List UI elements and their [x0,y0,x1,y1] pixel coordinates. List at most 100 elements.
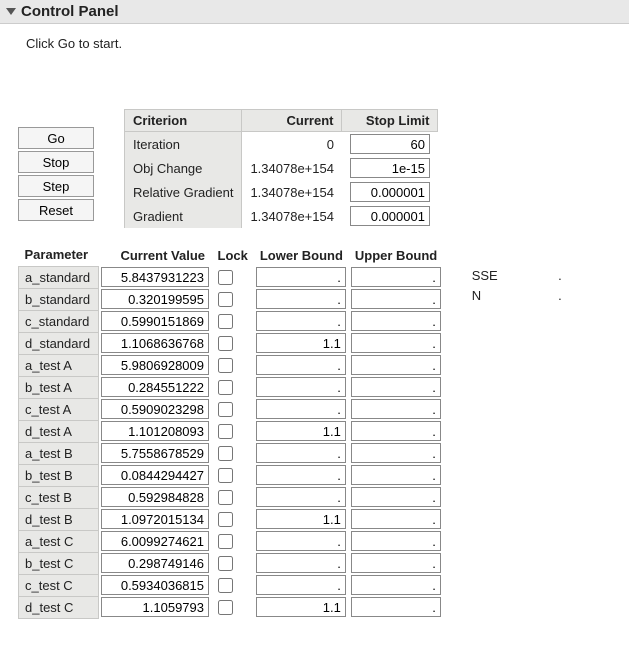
criteria-stop-input[interactable] [350,158,430,178]
param-upper-input[interactable] [351,509,441,529]
param-value-input[interactable] [101,399,209,419]
param-lock-checkbox[interactable] [218,380,233,395]
param-lock-checkbox[interactable] [218,600,233,615]
param-name: b_standard [19,288,99,310]
param-value-input[interactable] [101,377,209,397]
criteria-header-criterion: Criterion [125,110,242,132]
param-upper-input[interactable] [351,289,441,309]
param-upper-input[interactable] [351,487,441,507]
param-lower-input[interactable] [256,597,346,617]
param-lock-checkbox[interactable] [218,314,233,329]
top-section: Go Stop Step Reset Criterion Current Sto… [0,109,629,228]
param-lower-input[interactable] [256,465,346,485]
param-lower-input[interactable] [256,509,346,529]
param-name: a_standard [19,266,99,288]
param-name: c_test B [19,486,99,508]
param-name: b_test A [19,376,99,398]
param-lock-checkbox[interactable] [218,468,233,483]
param-value-input[interactable] [101,311,209,331]
param-lock-checkbox[interactable] [218,292,233,307]
n-label: N [472,288,481,308]
param-header-parameter: Parameter [19,244,99,266]
param-upper-input[interactable] [351,311,441,331]
param-name: d_test A [19,420,99,442]
param-lock-checkbox[interactable] [218,336,233,351]
param-value-input[interactable] [101,421,209,441]
param-upper-input[interactable] [351,421,441,441]
criteria-row-label: Iteration [125,132,242,157]
param-upper-input[interactable] [351,531,441,551]
param-header-lower: Lower Bound [254,244,349,266]
param-value-input[interactable] [101,487,209,507]
param-upper-input[interactable] [351,267,441,287]
param-lower-input[interactable] [256,289,346,309]
param-name: a_test C [19,530,99,552]
param-lock-checkbox[interactable] [218,358,233,373]
param-lock-checkbox[interactable] [218,534,233,549]
sse-label: SSE [472,268,498,288]
param-name: d_test C [19,596,99,618]
param-name: c_test A [19,398,99,420]
param-value-input[interactable] [101,553,209,573]
disclosure-triangle-icon[interactable] [6,8,16,15]
reset-button[interactable]: Reset [18,199,94,221]
param-upper-input[interactable] [351,333,441,353]
param-value-input[interactable] [101,575,209,595]
param-lock-checkbox[interactable] [218,270,233,285]
param-value-input[interactable] [101,355,209,375]
stats-block: SSE . N . [472,268,562,308]
sse-value: . [558,268,562,288]
param-upper-input[interactable] [351,443,441,463]
criteria-stop-input[interactable] [350,182,430,202]
param-name: c_test C [19,574,99,596]
param-upper-input[interactable] [351,465,441,485]
param-name: d_standard [19,332,99,354]
param-lower-input[interactable] [256,443,346,463]
param-value-input[interactable] [101,289,209,309]
param-value-input[interactable] [101,509,209,529]
param-value-input[interactable] [101,597,209,617]
param-upper-input[interactable] [351,399,441,419]
param-upper-input[interactable] [351,553,441,573]
n-value: . [558,288,562,308]
param-value-input[interactable] [101,531,209,551]
param-lower-input[interactable] [256,355,346,375]
param-lower-input[interactable] [256,575,346,595]
param-lock-checkbox[interactable] [218,512,233,527]
param-lower-input[interactable] [256,267,346,287]
param-lock-checkbox[interactable] [218,578,233,593]
param-lock-checkbox[interactable] [218,424,233,439]
param-name: c_standard [19,310,99,332]
param-lock-checkbox[interactable] [218,402,233,417]
button-column: Go Stop Step Reset [18,127,94,221]
step-button[interactable]: Step [18,175,94,197]
param-lock-checkbox[interactable] [218,556,233,571]
param-lower-input[interactable] [256,531,346,551]
stop-button[interactable]: Stop [18,151,94,173]
panel-header: Control Panel [0,0,629,24]
param-lower-input[interactable] [256,311,346,331]
param-value-input[interactable] [101,443,209,463]
param-lower-input[interactable] [256,377,346,397]
param-lower-input[interactable] [256,487,346,507]
param-lower-input[interactable] [256,399,346,419]
criteria-stop-input[interactable] [350,206,430,226]
param-lower-input[interactable] [256,553,346,573]
param-upper-input[interactable] [351,575,441,595]
mid-section: Parameter Current Value Lock Lower Bound… [0,244,629,619]
param-lower-input[interactable] [256,333,346,353]
param-name: a_test A [19,354,99,376]
param-upper-input[interactable] [351,597,441,617]
criteria-row-current: 1.34078e+154 [242,204,342,228]
param-lock-checkbox[interactable] [218,446,233,461]
param-value-input[interactable] [101,333,209,353]
param-value-input[interactable] [101,267,209,287]
instruction-text: Click Go to start. [0,24,629,57]
param-value-input[interactable] [101,465,209,485]
param-upper-input[interactable] [351,355,441,375]
param-lock-checkbox[interactable] [218,490,233,505]
criteria-stop-input[interactable] [350,134,430,154]
param-upper-input[interactable] [351,377,441,397]
param-lower-input[interactable] [256,421,346,441]
go-button[interactable]: Go [18,127,94,149]
